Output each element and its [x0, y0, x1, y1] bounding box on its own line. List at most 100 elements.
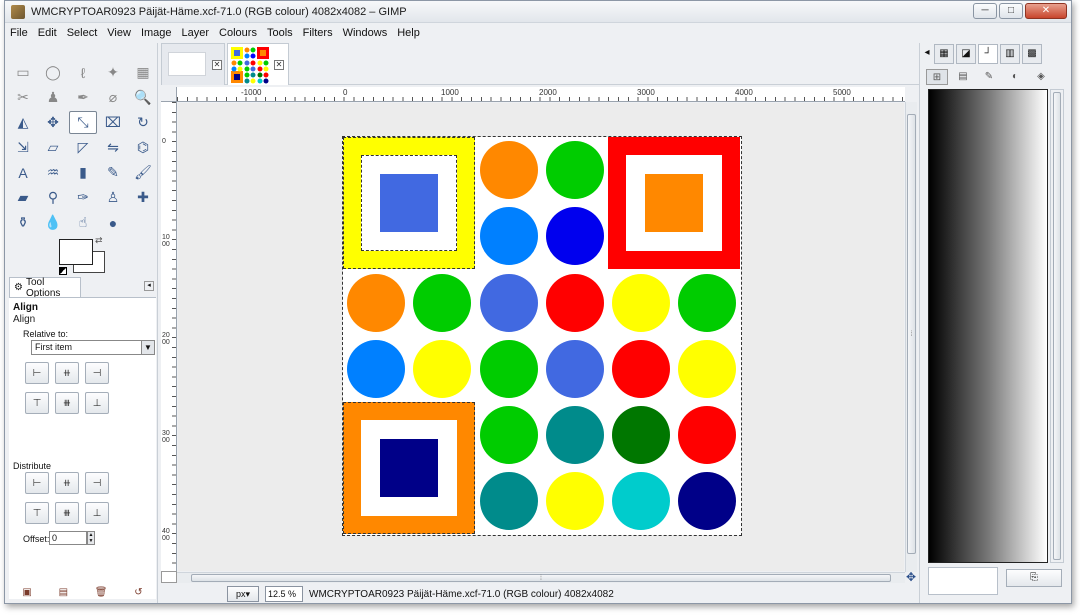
clone-icon[interactable]: ♙	[99, 186, 127, 209]
rotate-icon[interactable]: ↻	[129, 111, 157, 134]
text-icon[interactable]: A	[9, 161, 37, 184]
menu-select[interactable]: Select	[62, 27, 103, 39]
tab-device-status[interactable]: ⊞	[926, 69, 948, 85]
navigate-icon[interactable]: ✥	[906, 571, 918, 583]
ruler-corner[interactable]	[161, 87, 177, 102]
align-icon[interactable]: ⤡	[69, 111, 97, 134]
distribute-right-button[interactable]: ⊣	[85, 472, 109, 494]
foreground-color-swatch[interactable]	[59, 239, 93, 265]
flip-icon[interactable]: ⇋	[99, 136, 127, 159]
tab-tool-presets[interactable]: ✎	[978, 69, 1000, 85]
fg-bg-colors[interactable]: ⇄	[59, 235, 107, 275]
dodge-burn-icon[interactable]: ●	[99, 211, 127, 234]
unit-select[interactable]: px▾	[227, 586, 259, 602]
menu-tools[interactable]: Tools	[262, 27, 298, 39]
ink-icon[interactable]: ✑	[69, 186, 97, 209]
distribute-left-button[interactable]: ⊢	[25, 472, 49, 494]
dock-menu-icon[interactable]: ◂	[922, 44, 932, 64]
align-middle-button[interactable]: ⧻	[55, 392, 79, 414]
menu-colours[interactable]: Colours	[214, 27, 262, 39]
distribute-center-button[interactable]: ⧺	[55, 472, 79, 494]
vertical-scrollbar[interactable]: ⁞	[905, 102, 917, 572]
perspective-icon[interactable]: ◸	[69, 136, 97, 159]
ellipse-select-icon[interactable]: ◯	[39, 61, 67, 84]
tab-paths[interactable]: ┘	[978, 44, 998, 64]
distribute-top-button[interactable]: ⊤	[25, 502, 49, 524]
blend-icon[interactable]: ▮	[69, 161, 97, 184]
tab-images[interactable]: ◈	[1030, 69, 1052, 85]
save-options-icon[interactable]: ▣	[22, 587, 31, 603]
align-right-edge-button[interactable]: ⊣	[85, 362, 109, 384]
gradient-preview[interactable]	[928, 89, 1048, 563]
tab-palettes[interactable]: ▩	[1022, 44, 1042, 64]
tab-patterns[interactable]: ▦	[934, 44, 954, 64]
foreground-select-icon[interactable]: ♟	[39, 86, 67, 109]
align-left-edge-button[interactable]: ⊢	[25, 362, 49, 384]
restore-options-icon[interactable]: ▤	[59, 587, 68, 603]
blur-icon[interactable]: 💧	[39, 211, 67, 234]
crop-icon[interactable]: ⌧	[99, 111, 127, 134]
quick-mask-toggle[interactable]	[161, 571, 177, 583]
align-center-horizontal-button[interactable]: ⧺	[55, 362, 79, 384]
scissors-select-icon[interactable]: ✂	[9, 86, 37, 109]
perspective-clone-icon[interactable]: ⚱	[9, 211, 37, 234]
close-icon[interactable]: ✕	[212, 60, 222, 70]
offset-stepper[interactable]: ▲ ▼	[87, 531, 95, 545]
menu-windows[interactable]: Windows	[338, 27, 393, 39]
shear-icon[interactable]: ▱	[39, 136, 67, 159]
menu-edit[interactable]: Edit	[33, 27, 62, 39]
image-viewport[interactable]	[178, 103, 904, 571]
dock-scrollbar[interactable]	[1050, 89, 1064, 563]
tab-tool-options[interactable]: ⚙ Tool Options	[9, 277, 81, 299]
close-button[interactable]: ✕	[1025, 3, 1067, 19]
fuzzy-select-icon[interactable]: ✦	[99, 61, 127, 84]
align-bottom-button[interactable]: ⊥	[85, 392, 109, 414]
menu-view[interactable]: View	[102, 27, 136, 39]
dock-scroll-thumb[interactable]	[1053, 92, 1061, 560]
smudge-icon[interactable]: ☝	[69, 211, 97, 234]
color-picker-icon[interactable]: ⌀	[99, 86, 127, 109]
reset-options-icon[interactable]: ↺	[134, 587, 142, 603]
distribute-middle-button[interactable]: ⧻	[55, 502, 79, 524]
minimize-button[interactable]: ─	[973, 3, 997, 19]
menu-layer[interactable]: Layer	[177, 27, 215, 39]
zoom-select[interactable]: 12.5 %	[265, 586, 303, 602]
maximize-button[interactable]: □	[999, 3, 1023, 19]
horizontal-scrollbar[interactable]: ⁞	[177, 572, 905, 583]
tab-gradients[interactable]: ▥	[1000, 44, 1020, 64]
zoom-icon[interactable]: 🔍	[129, 86, 157, 109]
tab-document-history[interactable]: ▤	[952, 69, 974, 85]
horizontal-ruler[interactable]: -1000 0 1000 2000 3000 4000 5000	[177, 87, 905, 102]
align-top-edge-button[interactable]: ⊤	[25, 392, 49, 414]
offset-input[interactable]: 0	[49, 531, 87, 545]
pencil-icon[interactable]: ✎	[99, 161, 127, 184]
paths-icon[interactable]: ✒	[69, 86, 97, 109]
paintbrush-icon[interactable]: 🖌	[129, 161, 157, 184]
bucket-fill-icon[interactable]: ♒	[39, 161, 67, 184]
close-icon[interactable]: ✕	[274, 60, 284, 70]
menu-file[interactable]: File	[5, 27, 33, 39]
heal-icon[interactable]: ✚	[129, 186, 157, 209]
relative-to-select[interactable]: First item ▼	[31, 340, 155, 355]
color-select-icon[interactable]: ▦	[129, 61, 157, 84]
swap-colors-icon[interactable]: ⇄	[95, 235, 103, 246]
dock-action-button[interactable]: ⎘	[1006, 569, 1062, 587]
measure-icon[interactable]: ◭	[9, 111, 37, 134]
image-tab-active[interactable]: ✕	[227, 43, 289, 85]
vertical-scroll-thumb[interactable]: ⁞	[907, 114, 916, 554]
eraser-icon[interactable]: ▰	[9, 186, 37, 209]
delete-options-icon[interactable]: 🗑	[95, 587, 108, 603]
image-canvas[interactable]	[342, 136, 742, 536]
free-select-icon[interactable]: ℓ	[69, 61, 97, 84]
tab-menu-icon[interactable]: ◂	[144, 281, 154, 291]
menu-help[interactable]: Help	[392, 27, 425, 39]
tab-fonts[interactable]: ◐	[1004, 69, 1026, 85]
vertical-ruler[interactable]: 0 1000 2000 3000 4000	[161, 102, 177, 572]
scale-icon[interactable]: ⇲	[9, 136, 37, 159]
menu-image[interactable]: Image	[136, 27, 177, 39]
distribute-bottom-button[interactable]: ⊥	[85, 502, 109, 524]
tab-brushes[interactable]: ◪	[956, 44, 976, 64]
image-tab-blank[interactable]: ✕	[161, 43, 225, 85]
horizontal-scroll-thumb[interactable]: ⁞	[191, 574, 891, 582]
cage-transform-icon[interactable]: ⌬	[129, 136, 157, 159]
